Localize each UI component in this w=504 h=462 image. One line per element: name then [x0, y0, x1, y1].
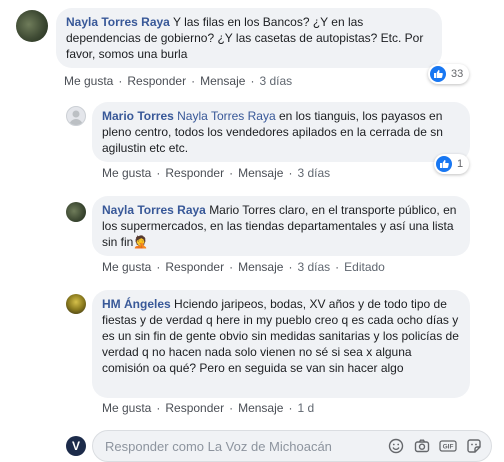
mention-link[interactable]: Nayla Torres Raya	[177, 109, 275, 123]
message-button[interactable]: Mensaje	[238, 260, 283, 274]
sticker-icon[interactable]	[465, 437, 483, 455]
like-icon	[430, 66, 446, 82]
page-avatar-letter: V	[71, 439, 80, 453]
comment-bubble: Nayla Torres Raya Y las filas en los Ban…	[56, 8, 442, 68]
message-button[interactable]: Mensaje	[238, 401, 283, 415]
comment-author[interactable]: Nayla Torres Raya	[102, 203, 206, 217]
comment-timestamp[interactable]: 3 días	[259, 74, 292, 88]
reaction-badge[interactable]: 1	[434, 154, 470, 174]
svg-text:GIF: GIF	[443, 444, 454, 451]
reaction-count: 33	[451, 68, 464, 80]
like-icon	[436, 156, 452, 172]
reaction-count: 1	[457, 158, 464, 170]
comment-bubble: HM Ángeles Hciendo jaripeos, bodas, XV a…	[92, 290, 470, 398]
comment-author[interactable]: HM Ángeles	[102, 297, 171, 311]
reply-composer[interactable]: Responder como La Voz de Michoacán GIF	[92, 430, 492, 462]
composer-icons: GIF	[387, 437, 483, 455]
like-button[interactable]: Me gusta	[102, 260, 151, 274]
page-avatar[interactable]: V	[66, 436, 86, 456]
comment-timestamp[interactable]: 3 días	[297, 166, 330, 180]
comment-bubble: Nayla Torres Raya Mario Torres claro, en…	[92, 196, 470, 256]
message-button[interactable]: Mensaje	[238, 166, 283, 180]
comment-timestamp[interactable]: 3 días	[297, 260, 330, 274]
like-button[interactable]: Me gusta	[102, 401, 151, 415]
avatar[interactable]	[66, 106, 86, 126]
edited-label[interactable]: Editado	[344, 260, 385, 274]
comment-actions: Me gusta · Responder · Mensaje · 3 días	[64, 74, 293, 88]
reply-button[interactable]: Responder	[165, 166, 224, 180]
comment-actions: Me gusta · Responder · Mensaje · 3 días	[102, 166, 331, 180]
avatar[interactable]	[66, 202, 86, 222]
emoji-icon[interactable]	[387, 437, 405, 455]
reply-button[interactable]: Responder	[165, 401, 224, 415]
comment-bubble: Mario Torres Nayla Torres Raya en los ti…	[92, 102, 470, 162]
comment-timestamp[interactable]: 1 d	[297, 401, 314, 415]
gif-icon[interactable]: GIF	[439, 437, 457, 455]
comment-author[interactable]: Mario Torres	[102, 109, 174, 123]
like-button[interactable]: Me gusta	[64, 74, 113, 88]
like-button[interactable]: Me gusta	[102, 166, 151, 180]
comment-actions: Me gusta · Responder · Mensaje · 1 d	[102, 401, 315, 415]
message-button[interactable]: Mensaje	[200, 74, 245, 88]
reply-button[interactable]: Responder	[165, 260, 224, 274]
comment-actions: Me gusta · Responder · Mensaje · 3 días · Editad…	[102, 260, 385, 274]
comment-author[interactable]: Nayla Torres Raya	[66, 15, 170, 29]
camera-icon[interactable]	[413, 437, 431, 455]
reaction-badge[interactable]: 33	[428, 64, 470, 84]
avatar[interactable]	[16, 10, 48, 42]
reply-input[interactable]: Responder como La Voz de Michoacán	[105, 439, 332, 454]
avatar[interactable]	[66, 294, 86, 314]
reply-button[interactable]: Responder	[127, 74, 186, 88]
